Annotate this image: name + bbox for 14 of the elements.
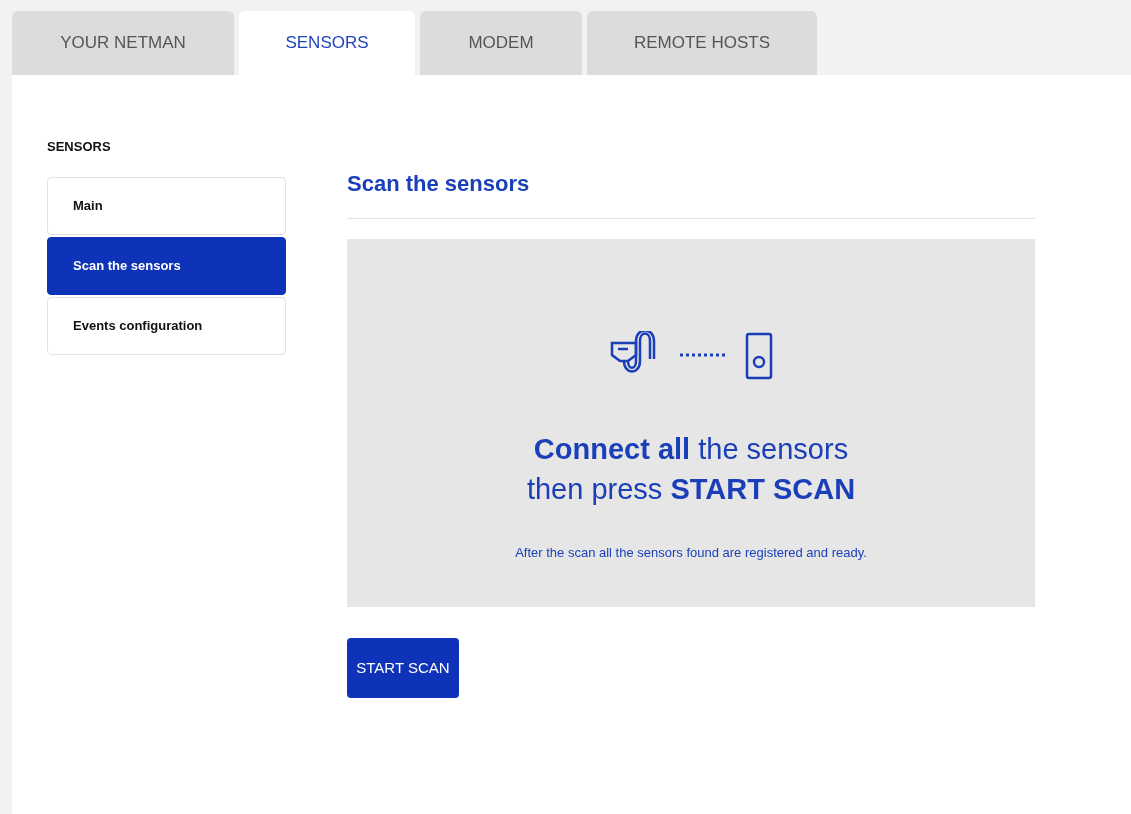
sidebar-title: SENSORS	[47, 138, 111, 156]
tab[interactable]: MODEM	[420, 11, 582, 75]
headline-text: then press START SCAN	[526, 472, 856, 507]
sidebar-item[interactable]: Events configuration	[47, 296, 286, 355]
page-heading: Scan the sensors	[347, 170, 530, 198]
tab[interactable]: YOUR NETMAN	[12, 11, 234, 75]
headline-text: Connect all the sensors	[533, 432, 849, 467]
sensor-connection-icon	[609, 331, 773, 381]
scan-note: After the scan all the sensors found are registered and ready.	[515, 544, 867, 562]
tab[interactable]: SENSORS	[239, 11, 415, 75]
sidebar-item[interactable]: Scan the sensors	[47, 236, 286, 295]
tab[interactable]: REMOTE HOSTS	[587, 11, 817, 75]
sidebar-item[interactable]: Main	[47, 176, 286, 235]
start-scan-button[interactable]: START SCAN	[347, 638, 459, 698]
